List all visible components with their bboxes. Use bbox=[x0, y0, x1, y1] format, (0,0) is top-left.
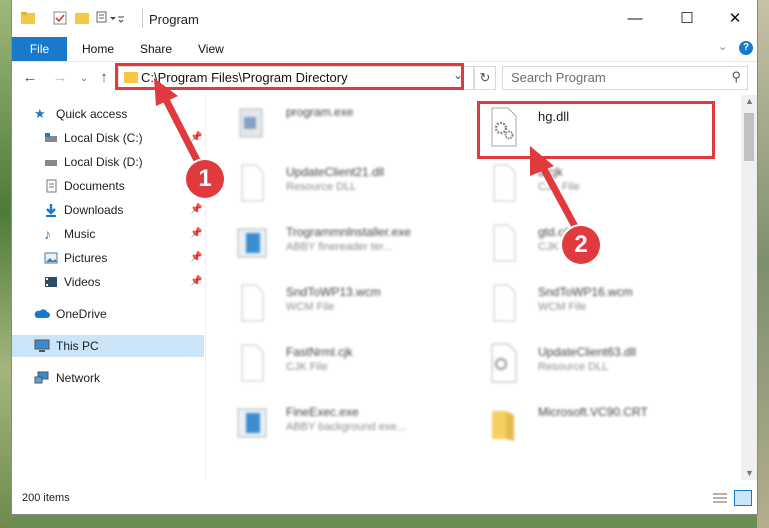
annotation-arrows bbox=[154, 78, 582, 236]
desktop-background-left bbox=[0, 0, 12, 528]
step-1-badge: 1 bbox=[186, 160, 224, 198]
desktop-background-right bbox=[757, 0, 769, 528]
step-2-badge: 2 bbox=[562, 226, 600, 264]
file-explorer-window: Program — ☐ ✕ File Home Share View ⌄ ? ←… bbox=[12, 0, 757, 514]
